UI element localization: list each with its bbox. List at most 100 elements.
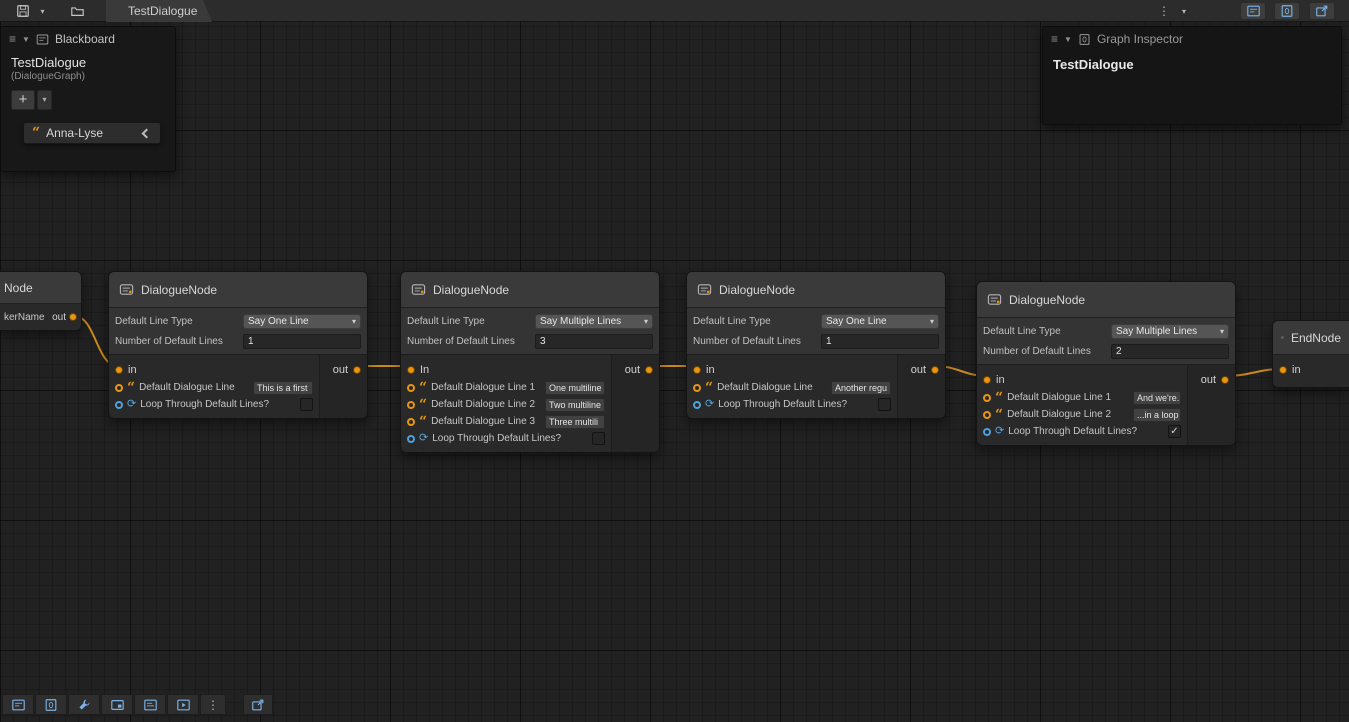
out-port-label: out bbox=[52, 312, 66, 323]
dialogue-node-icon bbox=[411, 282, 426, 297]
loop-port[interactable] bbox=[115, 401, 123, 409]
node-title-bar[interactable]: Node bbox=[0, 272, 81, 304]
line-port[interactable] bbox=[983, 411, 991, 419]
loop-checkbox[interactable]: ✓ bbox=[1168, 425, 1181, 438]
line-port[interactable] bbox=[407, 401, 415, 409]
out-port-label: out bbox=[625, 364, 640, 376]
line-text-field[interactable]: And we're... bbox=[1133, 391, 1181, 405]
node-title-bar[interactable]: DialogueNode bbox=[109, 272, 367, 308]
out-port[interactable] bbox=[645, 366, 653, 374]
line-port[interactable] bbox=[115, 384, 123, 392]
graph-inspector-panel[interactable]: ≡ ▼ Graph Inspector TestDialogue bbox=[1042, 26, 1342, 125]
out-port-label: out bbox=[1201, 374, 1216, 386]
more-menu-button[interactable]: ⋮ bbox=[1155, 1, 1173, 21]
more-options-button[interactable]: ⋮ bbox=[200, 694, 226, 715]
toolbar-dropdown-button[interactable]: ▾ bbox=[1176, 1, 1192, 21]
node-title-bar[interactable]: DialogueNode bbox=[687, 272, 945, 308]
save-button[interactable] bbox=[12, 1, 34, 21]
in-port-label: in bbox=[706, 364, 715, 376]
in-port-label: In bbox=[420, 364, 429, 376]
start-node-partial[interactable]: Node kerName out bbox=[0, 271, 82, 331]
count-label: Number of Default Lines bbox=[407, 336, 535, 347]
menu-icon[interactable]: ≡ bbox=[1051, 32, 1058, 46]
loop-port[interactable] bbox=[983, 428, 991, 436]
loop-label: Loop Through Default Lines? bbox=[432, 433, 588, 444]
node-title-bar[interactable]: DialogueNode bbox=[977, 282, 1235, 318]
out-port[interactable] bbox=[69, 313, 77, 321]
line-port[interactable] bbox=[407, 418, 415, 426]
in-port[interactable] bbox=[115, 366, 123, 374]
line-text-field[interactable]: One multiline bbox=[545, 381, 605, 395]
out-port[interactable] bbox=[353, 366, 361, 374]
toggle-blackboard-button[interactable] bbox=[1240, 2, 1266, 20]
dialogue-node-4[interactable]: DialogueNode Default Line Type Say Multi… bbox=[976, 281, 1236, 446]
add-parameter-button[interactable]: + bbox=[11, 90, 35, 110]
quote-icon: “ bbox=[32, 128, 40, 138]
dialogue-node-2[interactable]: DialogueNode Default Line Type Say Multi… bbox=[400, 271, 660, 453]
end-node[interactable]: EndNode in bbox=[1272, 320, 1349, 388]
collapse-arrow-icon[interactable]: ▼ bbox=[1064, 35, 1072, 44]
collapse-arrow-icon[interactable]: ▼ bbox=[22, 35, 30, 44]
toggle-inspector-button[interactable] bbox=[1274, 2, 1300, 20]
loop-port[interactable] bbox=[693, 401, 701, 409]
line-port[interactable] bbox=[983, 394, 991, 402]
blackboard-header[interactable]: ≡ ▼ Blackboard bbox=[1, 27, 175, 49]
open-preview-button[interactable] bbox=[1309, 2, 1335, 20]
count-field[interactable]: 3 bbox=[535, 334, 653, 349]
toggle-panel-button[interactable] bbox=[167, 694, 199, 715]
in-port[interactable] bbox=[693, 366, 701, 374]
line-port[interactable] bbox=[407, 384, 415, 392]
loop-label: Loop Through Default Lines? bbox=[140, 399, 296, 410]
collapse-left-icon[interactable] bbox=[142, 128, 152, 138]
loop-port[interactable] bbox=[407, 435, 415, 443]
count-field[interactable]: 1 bbox=[821, 334, 939, 349]
dialogue-node-3[interactable]: DialogueNode Default Line Type Say One L… bbox=[686, 271, 946, 419]
line-text-field[interactable]: This is a first bbox=[253, 381, 313, 395]
out-port[interactable] bbox=[931, 366, 939, 374]
open-folder-button[interactable] bbox=[64, 1, 90, 21]
line-label: Default Dialogue Line 1 bbox=[431, 382, 541, 393]
tab-test-dialogue[interactable]: TestDialogue bbox=[106, 0, 212, 22]
line-text-field[interactable]: Another regu bbox=[831, 381, 891, 395]
out-port[interactable] bbox=[1221, 376, 1229, 384]
line-type-dropdown[interactable]: Say One Line ▾ bbox=[243, 314, 361, 329]
in-port-label: in bbox=[128, 364, 137, 376]
loop-checkbox[interactable] bbox=[300, 398, 313, 411]
count-field[interactable]: 2 bbox=[1111, 344, 1229, 359]
open-script-button[interactable] bbox=[243, 694, 273, 715]
line-type-dropdown[interactable]: Say Multiple Lines ▾ bbox=[1111, 324, 1229, 339]
inspector-header[interactable]: ≡ ▼ Graph Inspector bbox=[1043, 27, 1341, 49]
blackboard-panel[interactable]: ≡ ▼ Blackboard TestDialogue (DialogueGra… bbox=[0, 26, 176, 172]
line-type-dropdown[interactable]: Say One Line ▾ bbox=[821, 314, 939, 329]
in-port[interactable] bbox=[1279, 366, 1287, 374]
save-dropdown-button[interactable]: ▾ bbox=[36, 1, 49, 21]
line-port[interactable] bbox=[693, 384, 701, 392]
dialogue-node-1[interactable]: DialogueNode Default Line Type Say One L… bbox=[108, 271, 368, 419]
count-field[interactable]: 1 bbox=[243, 334, 361, 349]
node-title-bar[interactable]: EndNode bbox=[1273, 321, 1349, 355]
line-label: Default Dialogue Line bbox=[717, 382, 827, 393]
dropdown-caret-icon: ▾ bbox=[930, 317, 934, 326]
loop-checkbox[interactable] bbox=[592, 432, 605, 445]
line-type-label: Default Line Type bbox=[115, 316, 243, 327]
toggle-inspector-button[interactable] bbox=[35, 694, 67, 715]
loop-checkbox[interactable] bbox=[878, 398, 891, 411]
line-text-field[interactable]: Three multili bbox=[545, 415, 605, 429]
toggle-board-button[interactable] bbox=[134, 694, 166, 715]
line-type-dropdown[interactable]: Say Multiple Lines ▾ bbox=[535, 314, 653, 329]
line-text-field[interactable]: Two multiline bbox=[545, 398, 605, 412]
inspector-icon bbox=[1078, 33, 1091, 46]
toggle-minimap-button[interactable] bbox=[101, 694, 133, 715]
toggle-blackboard-button[interactable] bbox=[2, 694, 34, 715]
add-parameter-dropdown[interactable]: ▾ bbox=[37, 90, 52, 110]
line-text-field[interactable]: ...in a loop bbox=[1133, 408, 1181, 422]
node-title-bar[interactable]: DialogueNode bbox=[401, 272, 659, 308]
parameter-pill[interactable]: “ Anna-Lyse bbox=[23, 122, 161, 144]
settings-button[interactable] bbox=[68, 694, 100, 715]
count-label: Number of Default Lines bbox=[115, 336, 243, 347]
in-port[interactable] bbox=[407, 366, 415, 374]
kebab-icon: ⋮ bbox=[207, 698, 219, 712]
menu-icon[interactable]: ≡ bbox=[9, 32, 16, 46]
line-label: Default Dialogue Line 1 bbox=[1007, 392, 1129, 403]
in-port[interactable] bbox=[983, 376, 991, 384]
